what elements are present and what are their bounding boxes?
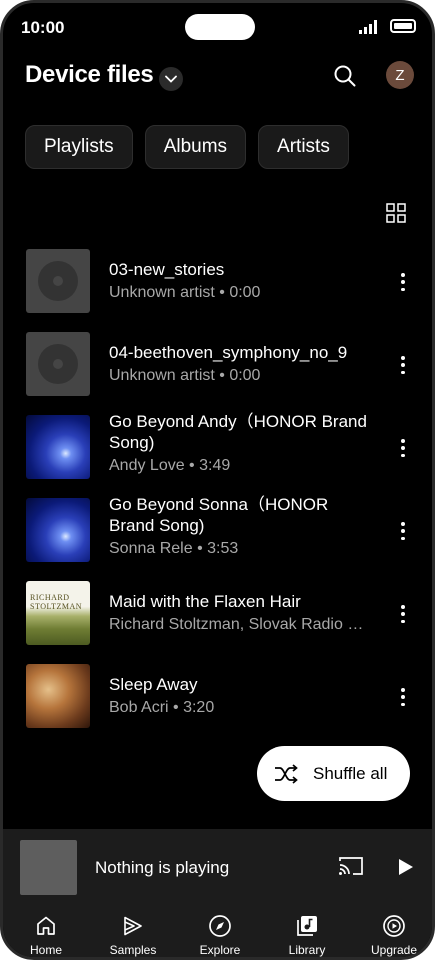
disc-icon: [38, 261, 78, 301]
song-artwork: [26, 415, 90, 479]
status-bar: 10:00: [3, 3, 432, 53]
artwork-text: RICHARD STOLTZMAN: [30, 593, 83, 611]
cast-icon[interactable]: [338, 855, 364, 877]
chip-artists[interactable]: Artists: [258, 125, 349, 169]
disc-icon: [38, 344, 78, 384]
avatar-letter: Z: [395, 66, 405, 84]
song-artwork: [26, 249, 90, 313]
filter-chips: Playlists Albums Artists: [25, 125, 349, 169]
song-title: Maid with the Flaxen Hair: [109, 592, 301, 611]
page-title: Device files: [25, 61, 154, 88]
song-info: Go Beyond Andy（HONOR Brand Song) Andy Lo…: [109, 411, 376, 476]
song-info: Maid with the Flaxen Hair Richard Stoltz…: [109, 591, 376, 635]
bottom-navigation: Home Samples Explore Library Upgrade: [3, 906, 432, 957]
shuffle-all-button[interactable]: Shuffle all: [257, 746, 410, 801]
nav-samples[interactable]: Samples: [98, 914, 168, 957]
nav-home[interactable]: Home: [11, 914, 81, 957]
search-icon[interactable]: [332, 63, 358, 89]
song-artwork: [26, 332, 90, 396]
now-playing-artwork: [20, 840, 77, 895]
song-subtitle: Bob Acri • 3:20: [109, 699, 215, 716]
song-artwork: [26, 664, 90, 728]
song-title: 03-new_stories: [109, 260, 225, 279]
song-row[interactable]: Go Beyond Sonna（HONOR Brand Song) Sonna …: [3, 495, 432, 581]
song-info: 03-new_stories Unknown artist • 0:00: [109, 259, 376, 303]
chip-playlists[interactable]: Playlists: [25, 125, 133, 169]
battery-icon: [390, 19, 416, 33]
chip-albums[interactable]: Albums: [144, 125, 247, 169]
nav-label-explore: Explore: [199, 943, 241, 957]
song-title: Go Beyond Sonna（HONOR Brand Song): [109, 495, 329, 535]
nav-library[interactable]: Library: [272, 914, 342, 957]
grid-view-icon[interactable]: [386, 203, 406, 223]
shuffle-icon: [275, 763, 298, 784]
song-list: 03-new_stories Unknown artist • 0:00 04-…: [3, 249, 432, 747]
play-icon[interactable]: [398, 858, 414, 876]
song-row[interactable]: Sleep Away Bob Acri • 3:20: [3, 664, 432, 747]
chevron-down-icon: [165, 75, 177, 83]
nav-explore[interactable]: Explore: [185, 914, 255, 957]
shuffle-all-label: Shuffle all: [313, 763, 388, 783]
source-dropdown-button[interactable]: [159, 67, 183, 91]
more-options-icon[interactable]: [400, 605, 406, 623]
song-artwork: [26, 498, 90, 562]
signal-icon: [359, 20, 377, 34]
song-row[interactable]: RICHARD STOLTZMAN Maid with the Flaxen H…: [3, 581, 432, 664]
library-icon: [297, 916, 317, 936]
song-title: 04-beethoven_symphony_no_9: [109, 343, 348, 362]
song-subtitle: Sonna Rele • 3:53: [109, 540, 239, 557]
song-title: Go Beyond Andy（HONOR Brand Song): [109, 412, 367, 452]
more-options-icon[interactable]: [400, 522, 406, 540]
more-options-icon[interactable]: [400, 273, 406, 291]
compass-icon: [209, 915, 231, 937]
phone-screen: 10:00 Device files Z Playlists Albums Ar…: [0, 0, 435, 960]
samples-icon: [124, 916, 142, 936]
song-title: Sleep Away: [109, 675, 198, 694]
song-subtitle: Andy Love • 3:49: [109, 457, 231, 474]
song-artwork: RICHARD STOLTZMAN: [26, 581, 90, 645]
status-time: 10:00: [21, 18, 65, 37]
camera-notch: [185, 14, 255, 40]
app-header: Device files Z: [3, 61, 432, 97]
song-row[interactable]: 04-beethoven_symphony_no_9 Unknown artis…: [3, 332, 432, 415]
avatar[interactable]: Z: [386, 61, 414, 89]
mini-player[interactable]: Nothing is playing: [3, 829, 432, 906]
song-row[interactable]: Go Beyond Andy（HONOR Brand Song) Andy Lo…: [3, 412, 432, 498]
song-info: 04-beethoven_symphony_no_9 Unknown artis…: [109, 342, 376, 386]
now-playing-status: Nothing is playing: [95, 858, 230, 877]
nav-label-upgrade: Upgrade: [370, 943, 418, 957]
home-icon: [37, 916, 55, 935]
upgrade-icon: [383, 915, 405, 937]
more-options-icon[interactable]: [400, 688, 406, 706]
song-subtitle: Unknown artist • 0:00: [109, 284, 261, 301]
nav-label-samples: Samples: [109, 943, 157, 957]
nav-upgrade[interactable]: Upgrade: [359, 914, 429, 957]
nav-label-library: Library: [288, 943, 326, 957]
song-info: Sleep Away Bob Acri • 3:20: [109, 674, 376, 718]
nav-label-home: Home: [29, 943, 62, 957]
song-row[interactable]: 03-new_stories Unknown artist • 0:00: [3, 249, 432, 332]
more-options-icon[interactable]: [400, 439, 406, 457]
song-subtitle: Richard Stoltzman, Slovak Radio …: [109, 616, 364, 633]
song-info: Go Beyond Sonna（HONOR Brand Song) Sonna …: [109, 494, 376, 559]
more-options-icon[interactable]: [400, 356, 406, 374]
song-subtitle: Unknown artist • 0:00: [109, 367, 261, 384]
